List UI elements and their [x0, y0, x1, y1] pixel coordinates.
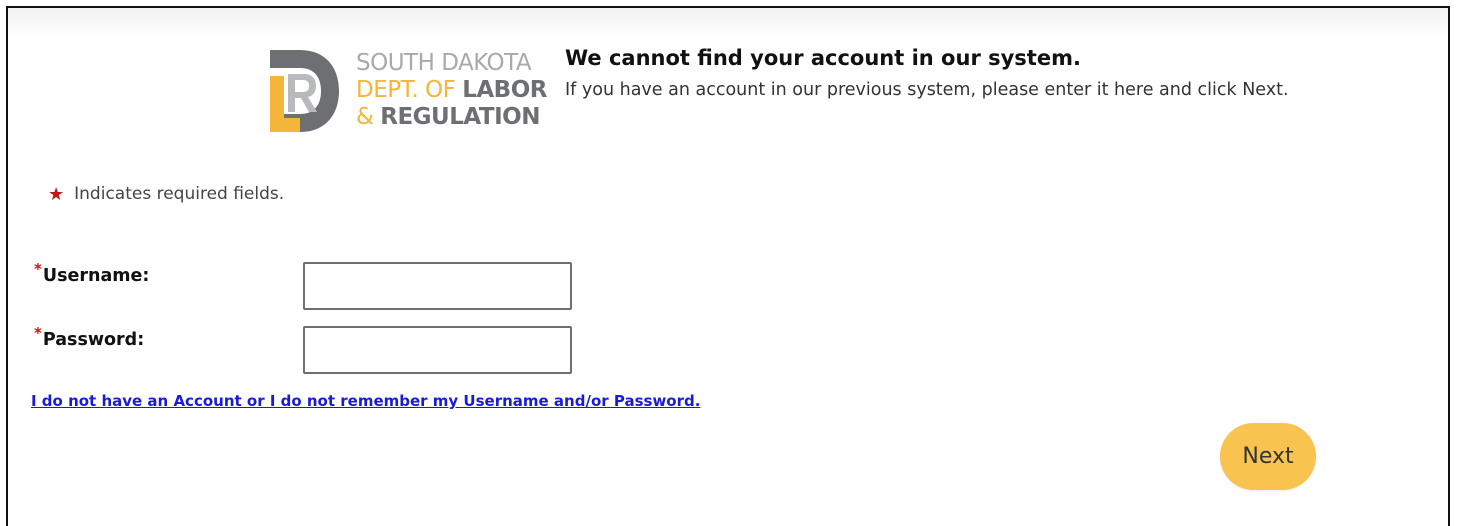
page-subtitle: If you have an account in our previous s…: [565, 80, 1289, 100]
next-button[interactable]: Next: [1220, 423, 1316, 490]
logo-line-regulation: & REGULATION: [356, 104, 540, 130]
required-asterisk: *: [34, 324, 42, 342]
required-asterisk: *: [34, 260, 42, 278]
password-label: *Password:: [34, 324, 145, 350]
page-title: We cannot find your account in our syste…: [565, 46, 1081, 70]
page-frame: SOUTH DAKOTA DEPT. OF LABOR & REGULATION…: [6, 6, 1450, 526]
forgot-account-link[interactable]: I do not have an Account or I do not rem…: [31, 392, 700, 410]
required-star-icon: ★: [48, 184, 65, 205]
username-label: *Username:: [34, 260, 150, 286]
required-fields-note: ★ Indicates required fields.: [48, 183, 285, 205]
username-input[interactable]: [303, 262, 572, 310]
required-note-text: Indicates required fields.: [74, 184, 285, 204]
dlr-logo-mark-icon: [270, 50, 339, 132]
password-input[interactable]: [303, 326, 572, 374]
logo-line-state: SOUTH DAKOTA: [356, 50, 532, 76]
sd-dlr-logo: SOUTH DAKOTA DEPT. OF LABOR & REGULATION: [266, 44, 547, 139]
logo-line-dept: DEPT. OF LABOR: [356, 77, 547, 103]
logo-wordmark: SOUTH DAKOTA DEPT. OF LABOR & REGULATION: [356, 50, 547, 131]
